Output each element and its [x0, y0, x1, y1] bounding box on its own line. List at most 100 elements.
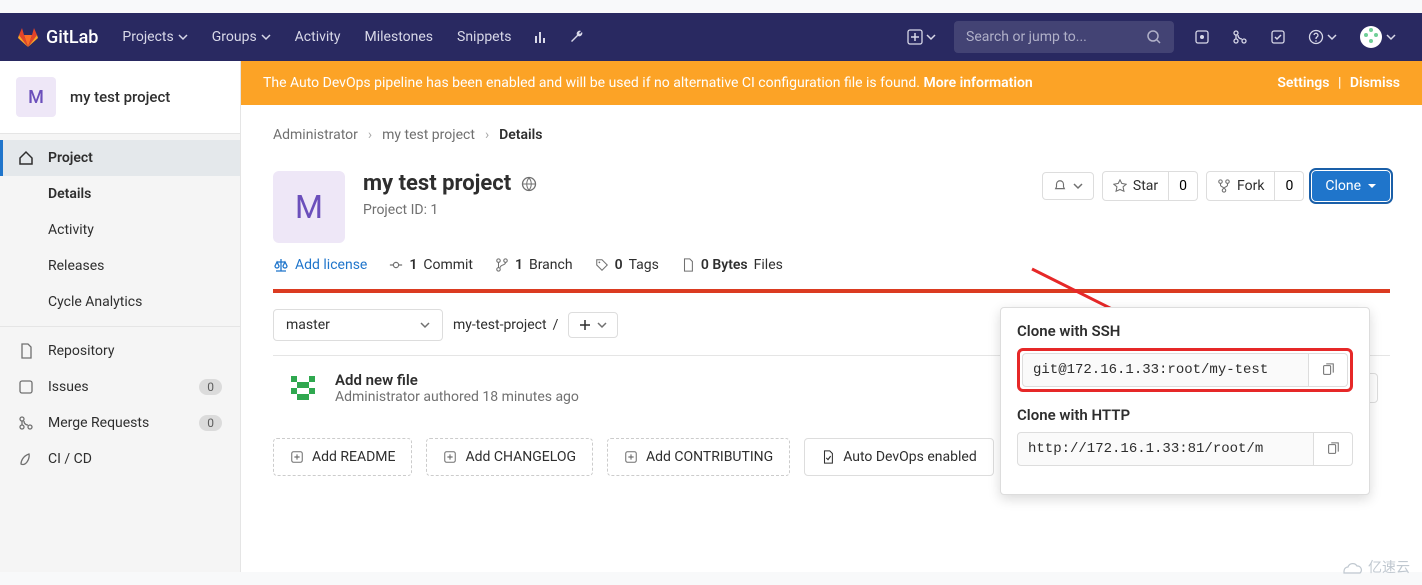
sidebar-item-issues[interactable]: Issues 0 [0, 369, 240, 405]
stat-commits[interactable]: 1Commit [389, 257, 473, 273]
sidebar-item-cicd[interactable]: CI / CD [0, 441, 240, 477]
add-license-link[interactable]: Add license [273, 257, 367, 273]
chevron-down-icon [597, 320, 607, 330]
plus-square-icon [907, 29, 923, 45]
issues-sidebar-icon [18, 379, 34, 395]
todos-icon[interactable] [1260, 13, 1296, 61]
chevron-down-icon [926, 32, 936, 42]
nav-groups[interactable]: Groups [200, 13, 283, 61]
clone-ssh-input[interactable]: git@172.16.1.33:root/my-test [1022, 353, 1309, 387]
merge-sidebar-icon [18, 415, 34, 431]
bell-icon [1053, 179, 1067, 193]
breadcrumb-admin[interactable]: Administrator [273, 127, 358, 143]
issues-icon[interactable] [1184, 13, 1220, 61]
project-id: Project ID: 1 [363, 202, 537, 218]
commit-title[interactable]: Add new file [335, 371, 579, 389]
identicon-icon [285, 370, 321, 406]
sidebar-item-releases[interactable]: Releases [0, 248, 240, 284]
chevron-down-icon [420, 320, 430, 330]
doc-icon [18, 343, 34, 359]
caret-down-icon [1367, 181, 1377, 191]
stats-row: Add license 1Commit 1Branch 0Tags 0 Byte… [273, 251, 1390, 287]
plus-box-icon [443, 450, 457, 464]
star-count: 0 [1169, 171, 1198, 201]
home-icon [18, 150, 34, 166]
commit-icon [389, 258, 403, 272]
breadcrumb-project[interactable]: my test project [382, 127, 475, 143]
topbar: GitLab Projects Groups Activity Mileston… [0, 13, 1422, 61]
breadcrumb: Administrator › my test project › Detail… [273, 115, 1390, 161]
nav-activity[interactable]: Activity [283, 13, 353, 61]
plus-box-icon [290, 450, 304, 464]
avatar-icon [1359, 25, 1383, 49]
clone-ssh-title: Clone with SSH [1017, 322, 1353, 340]
banner-more-link[interactable]: More information [924, 75, 1033, 91]
search-box[interactable] [954, 21, 1174, 53]
nav-snippets[interactable]: Snippets [445, 13, 523, 61]
chevron-down-icon [178, 32, 188, 42]
fork-button[interactable]: Fork [1206, 171, 1275, 201]
hero-avatar: M [273, 171, 345, 243]
add-changelog-button[interactable]: Add CHANGELOG [426, 438, 593, 476]
path-root[interactable]: my-test-project [453, 317, 547, 333]
main: The Auto DevOps pipeline has been enable… [241, 61, 1422, 572]
gitlab-logo[interactable]: GitLab [16, 25, 98, 49]
devops-banner: The Auto DevOps pipeline has been enable… [241, 61, 1422, 105]
auto-devops-button[interactable]: Auto DevOps enabled [804, 438, 994, 476]
clone-button[interactable]: Clone [1312, 171, 1390, 201]
sidebar: M my test project Project Details Activi… [0, 61, 241, 572]
sidebar-item-activity[interactable]: Activity [0, 212, 240, 248]
merge-count: 0 [199, 415, 222, 431]
branch-dropdown[interactable]: master [273, 309, 443, 341]
banner-text: The Auto DevOps pipeline has been enable… [263, 75, 920, 91]
doc-check-icon [821, 450, 835, 464]
gitlab-icon [16, 25, 40, 49]
commit-subtitle: Administrator authored 18 minutes ago [335, 389, 579, 405]
help-icon[interactable] [1298, 13, 1347, 61]
sidebar-item-merge[interactable]: Merge Requests 0 [0, 405, 240, 441]
search-icon [1146, 29, 1162, 45]
copy-icon [1326, 442, 1340, 456]
merge-icon[interactable] [1222, 13, 1258, 61]
sidebar-item-repository[interactable]: Repository [0, 333, 240, 369]
copy-ssh-button[interactable] [1309, 353, 1348, 387]
clone-http-input[interactable]: http://172.16.1.33:81/root/m [1017, 432, 1314, 466]
file-icon [681, 258, 695, 272]
sidebar-project-header[interactable]: M my test project [0, 61, 240, 134]
page-title: my test project [363, 171, 537, 196]
chevron-down-icon [1073, 181, 1083, 191]
add-contributing-button[interactable]: Add CONTRIBUTING [607, 438, 790, 476]
copy-http-button[interactable] [1314, 432, 1353, 466]
nav-wrench-icon[interactable] [559, 13, 595, 61]
new-dropdown[interactable] [899, 25, 944, 49]
clone-popover: Clone with SSH git@172.16.1.33:root/my-t… [1000, 307, 1370, 495]
sidebar-item-cycle[interactable]: Cycle Analytics [0, 284, 240, 320]
project-name: my test project [70, 88, 170, 106]
sidebar-item-details[interactable]: Details [0, 176, 240, 212]
user-menu[interactable] [1349, 13, 1406, 61]
nav-chart-icon[interactable] [523, 13, 559, 61]
sidebar-label: Project [48, 150, 93, 166]
notifications-dropdown[interactable] [1042, 172, 1094, 200]
sidebar-item-project[interactable]: Project [0, 140, 240, 176]
clone-http-title: Clone with HTTP [1017, 406, 1353, 424]
chevron-down-icon [261, 32, 271, 42]
project-avatar: M [16, 77, 56, 117]
add-file-dropdown[interactable] [568, 312, 618, 338]
rocket-icon [18, 451, 34, 467]
banner-dismiss-link[interactable]: Dismiss [1350, 75, 1400, 91]
nav-projects[interactable]: Projects [110, 13, 199, 61]
search-input[interactable] [966, 29, 1146, 45]
stat-tags[interactable]: 0Tags [595, 257, 659, 273]
scale-icon [273, 257, 289, 273]
globe-icon [521, 176, 537, 192]
star-button[interactable]: Star [1102, 171, 1169, 201]
stat-size[interactable]: 0 BytesFiles [681, 257, 783, 273]
nav-milestones[interactable]: Milestones [353, 13, 446, 61]
stat-branches[interactable]: 1Branch [495, 257, 573, 273]
banner-settings-link[interactable]: Settings [1277, 75, 1329, 91]
add-readme-button[interactable]: Add README [273, 438, 412, 476]
copy-icon [1321, 363, 1335, 377]
chevron-down-icon [1386, 32, 1396, 42]
fork-icon [1217, 179, 1231, 193]
